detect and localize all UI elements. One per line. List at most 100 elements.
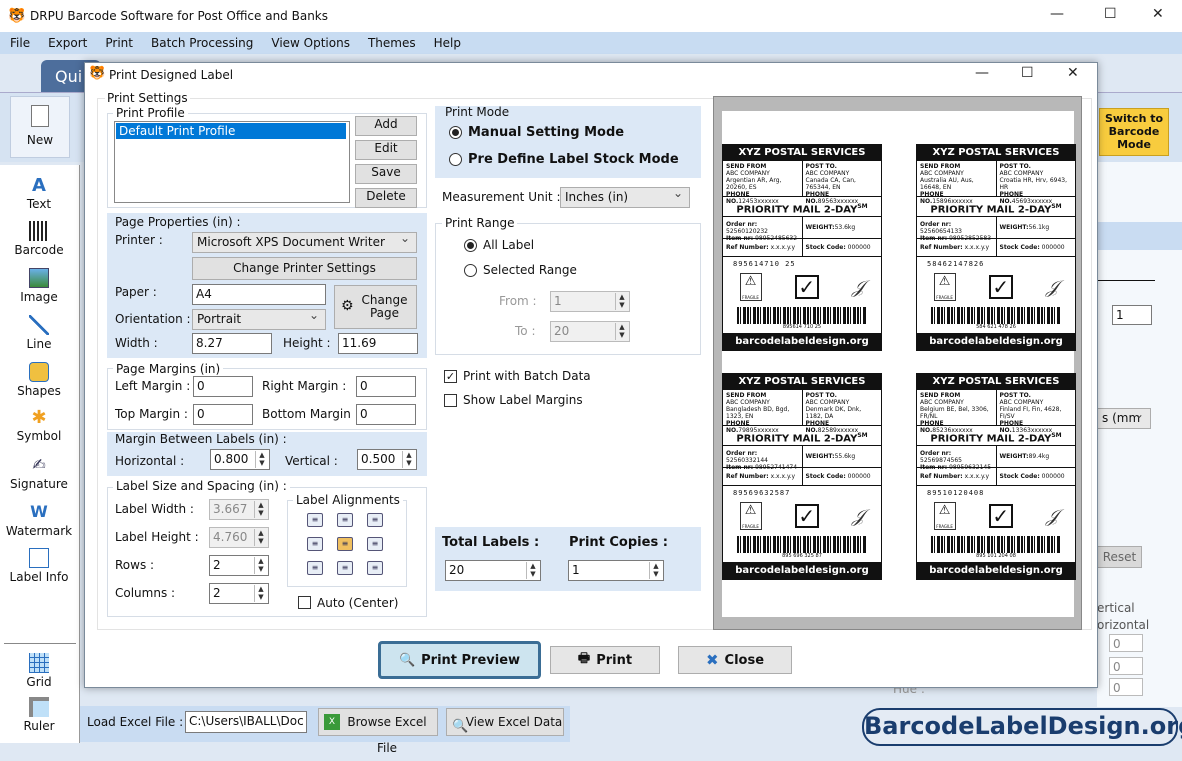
rows-input[interactable]: 2 ▲ ▼ — [209, 555, 269, 576]
tool-text[interactable]: A Text — [0, 175, 78, 211]
vertical-spacing-input[interactable]: 0.500 ▲ ▼ — [357, 449, 417, 470]
close-label: Close — [724, 652, 765, 668]
excel-path-input[interactable]: C:\Users\IBALL\Doc — [185, 711, 307, 733]
menu-batch-processing[interactable]: Batch Processing — [151, 36, 253, 50]
units-select[interactable]: s (mm — [1097, 407, 1151, 429]
align-middle-right-button[interactable]: ≡ — [367, 537, 383, 551]
measurement-unit-select[interactable]: Inches (in) — [560, 186, 690, 208]
print-preview-button[interactable]: 🔍 Print Preview — [378, 641, 541, 679]
menu-file[interactable]: File — [10, 36, 30, 50]
close-window-icon[interactable]: ✕ — [1152, 6, 1164, 22]
change-page-button[interactable]: ⚙ Change Page — [334, 285, 417, 329]
print-button[interactable]: 🖶 Print — [550, 646, 660, 674]
tool-symbol[interactable]: ✱ Symbol — [0, 407, 78, 443]
change-printer-settings-button[interactable]: Change Printer Settings — [192, 257, 417, 280]
manual-mode-radio[interactable] — [449, 126, 462, 139]
delete-profile-button[interactable]: Delete — [355, 188, 417, 208]
edit-profile-button[interactable]: Edit — [355, 140, 417, 160]
orientation-select[interactable]: Portrait — [192, 308, 326, 330]
menu-export[interactable]: Export — [48, 36, 87, 50]
align-bottom-left-button[interactable]: ≡ — [307, 561, 323, 575]
to-label: To : — [515, 324, 536, 338]
add-profile-button[interactable]: Add — [355, 116, 417, 136]
browse-excel-button[interactable]: X Browse Excel File — [318, 708, 438, 755]
tool-label: Image — [20, 290, 58, 304]
print-copies-input[interactable]: 1 ▲ ▼ — [568, 560, 664, 581]
stock-value: 000000 — [847, 473, 871, 480]
total-labels-input[interactable]: 20 ▲ ▼ — [445, 560, 541, 581]
all-label-radio[interactable] — [464, 239, 477, 252]
menu-help[interactable]: Help — [434, 36, 461, 50]
align-bottom-center-button[interactable]: ≡ — [337, 561, 353, 575]
horizontal-spacing-input[interactable]: 0.800 ▲ ▼ — [210, 449, 270, 470]
menu-view-options[interactable]: View Options — [271, 36, 350, 50]
spinner-icon[interactable]: ▲ ▼ — [254, 557, 267, 574]
page-height-input[interactable]: 11.69 — [338, 333, 418, 354]
predefine-mode-radio[interactable] — [449, 153, 462, 166]
paper-input[interactable]: A4 — [192, 284, 326, 305]
tool-image[interactable]: Image — [0, 268, 78, 304]
menu-print[interactable]: Print — [105, 36, 133, 50]
spinner-icon[interactable]: ▲ ▼ — [526, 562, 539, 579]
print-with-batch-checkbox[interactable]: ✓ — [444, 370, 457, 383]
spinner-icon[interactable]: ▲ ▼ — [254, 585, 267, 602]
switch-to-barcode-mode-button[interactable]: Switch to Barcode Mode — [1099, 108, 1169, 156]
tool-grid[interactable]: Grid — [0, 653, 78, 689]
tool-line[interactable]: Line — [0, 315, 78, 351]
align-top-center-button[interactable]: ≡ — [337, 513, 353, 527]
printer-select[interactable]: Microsoft XPS Document Writer — [192, 231, 417, 253]
close-button[interactable]: ✖ Close — [678, 646, 792, 674]
tool-label: Line — [26, 337, 52, 351]
align-middle-center-button[interactable]: ≡ — [337, 537, 353, 551]
list-item[interactable]: Default Print Profile — [116, 123, 346, 139]
value-input[interactable]: 0 — [1109, 678, 1143, 696]
new-button[interactable]: New — [10, 96, 70, 158]
spinner-icon: ▲ ▼ — [615, 323, 628, 340]
print-profile-list[interactable]: Default Print Profile — [114, 121, 350, 203]
tool-barcode[interactable]: Barcode — [0, 221, 78, 257]
save-profile-button[interactable]: Save — [355, 164, 417, 184]
tracking-number: 89510120408 — [927, 489, 985, 497]
label-header: XYZ POSTAL SERVICES — [917, 374, 1075, 390]
columns-input[interactable]: 2 ▲ ▼ — [209, 583, 269, 604]
maximize-icon[interactable]: ☐ — [1021, 65, 1034, 81]
service-text: PRIORITY MAIL 2-DAY — [736, 433, 858, 445]
order-label: Order nr: — [920, 221, 952, 228]
tool-signature[interactable]: ✍ Signature — [0, 455, 78, 491]
tool-label-info[interactable]: Label Info — [0, 548, 78, 584]
print-range-title: Print Range — [442, 216, 518, 230]
spinner-icon[interactable]: ▲ ▼ — [402, 451, 415, 468]
tool-ruler[interactable]: Ruler — [0, 697, 78, 733]
reset-button[interactable]: Reset — [1097, 546, 1142, 568]
page-width-input[interactable]: 8.27 — [192, 333, 272, 354]
selected-range-radio[interactable] — [464, 264, 477, 277]
spinner-icon[interactable]: ▲ ▼ — [255, 451, 268, 468]
bottom-margin-input[interactable]: 0 — [356, 404, 416, 425]
auto-center-checkbox[interactable] — [298, 596, 311, 609]
spinner-icon[interactable]: ▲ ▼ — [649, 562, 662, 579]
fragile-text: FRAGILE — [742, 295, 759, 300]
minimize-icon[interactable]: — — [975, 65, 989, 81]
show-label-margins-checkbox[interactable] — [444, 394, 457, 407]
minimize-icon[interactable]: — — [1050, 6, 1064, 22]
align-top-right-button[interactable]: ≡ — [367, 513, 383, 527]
tool-watermark[interactable]: W Watermark — [0, 502, 78, 538]
checkbox-icon: ✓ — [794, 275, 819, 299]
align-middle-left-button[interactable]: ≡ — [307, 537, 323, 551]
print-profile-title: Print Profile — [113, 106, 188, 120]
thickness-input[interactable]: 1 — [1112, 305, 1152, 325]
align-bottom-right-button[interactable]: ≡ — [367, 561, 383, 575]
right-margin-input[interactable]: 0 — [356, 376, 416, 397]
value: 20 — [449, 563, 465, 577]
value-input[interactable]: 0 — [1109, 634, 1143, 652]
top-margin-input[interactable]: 0 — [193, 404, 253, 425]
menu-themes[interactable]: Themes — [368, 36, 416, 50]
tool-shapes[interactable]: Shapes — [0, 362, 78, 398]
from-input: 1 ▲ ▼ — [550, 291, 630, 312]
view-excel-data-button[interactable]: 🔍 View Excel Data — [446, 708, 564, 736]
align-top-left-button[interactable]: ≡ — [307, 513, 323, 527]
maximize-icon[interactable]: ☐ — [1104, 6, 1117, 22]
left-margin-input[interactable]: 0 — [193, 376, 253, 397]
value-input[interactable]: 0 — [1109, 657, 1143, 675]
close-dialog-icon[interactable]: ✕ — [1067, 65, 1079, 81]
